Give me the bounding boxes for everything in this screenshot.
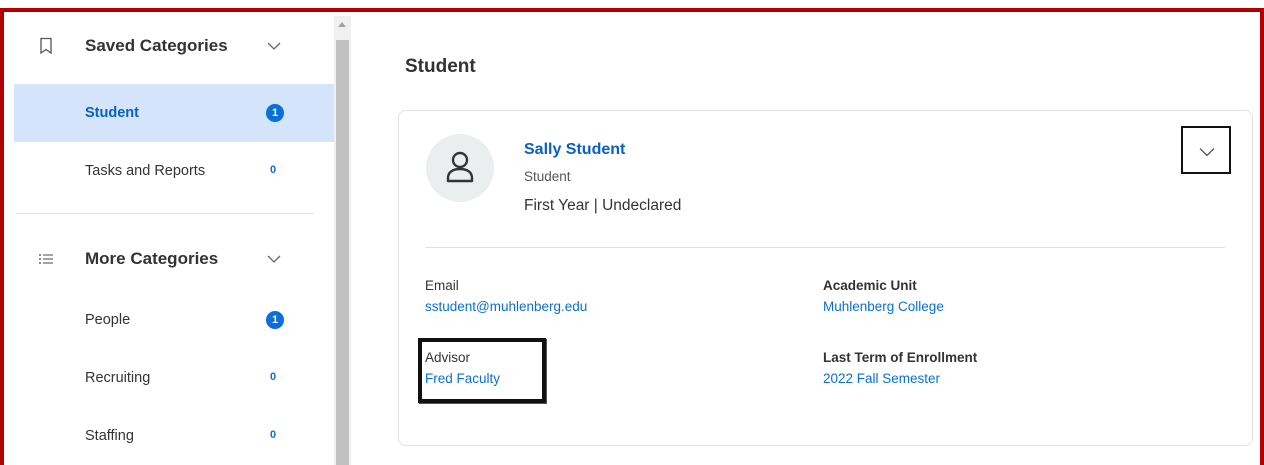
count-badge: 1 <box>266 311 284 329</box>
chevron-down-icon <box>1199 148 1215 157</box>
more-categories-header[interactable]: More Categories <box>14 229 334 289</box>
sidebar-scrollbar[interactable] <box>334 16 351 465</box>
student-card: Sally Student Student First Year | Undec… <box>398 110 1253 446</box>
sidebar-item-label: People <box>85 312 131 328</box>
card-divider <box>425 247 1225 248</box>
chevron-down-icon[interactable] <box>266 40 282 52</box>
sidebar-item-people[interactable]: People 1 <box>14 291 334 349</box>
sidebar-item-tasks-and-reports[interactable]: Tasks and Reports 0 <box>14 142 334 200</box>
saved-categories-header[interactable]: Saved Categories <box>14 16 334 76</box>
window-frame: Saved Categories Student 1 Tasks and Rep… <box>0 8 1264 465</box>
last-term-link[interactable]: 2022 Fall Semester <box>823 371 940 386</box>
user-icon <box>446 151 474 183</box>
saved-categories-label: Saved Categories <box>85 36 228 55</box>
main-content: Student Sally Student Student First Year… <box>351 12 1260 465</box>
expand-card-button[interactable] <box>1181 126 1231 174</box>
sidebar: Saved Categories Student 1 Tasks and Rep… <box>14 16 334 465</box>
student-name-link[interactable]: Sally Student <box>524 141 625 159</box>
academic-unit-label: Academic Unit <box>823 278 917 293</box>
count-badge: 0 <box>270 164 277 176</box>
bookmark-icon <box>40 37 52 55</box>
sidebar-item-student[interactable]: Student 1 <box>14 84 334 142</box>
sidebar-item-label: Staffing <box>85 428 134 444</box>
student-role: Student <box>524 169 571 184</box>
sidebar-divider <box>16 213 314 214</box>
advisor-label: Advisor <box>425 350 471 365</box>
sidebar-item-recruiting[interactable]: Recruiting 0 <box>14 349 334 407</box>
advisor-link[interactable]: Fred Faculty <box>425 371 500 386</box>
count-badge: 1 <box>266 104 284 122</box>
sidebar-item-label: Student <box>85 105 139 121</box>
chevron-down-icon[interactable] <box>266 253 282 265</box>
count-badge: 0 <box>270 371 277 383</box>
sidebar-item-label: Recruiting <box>85 370 151 386</box>
email-link[interactable]: sstudent@muhlenberg.edu <box>425 299 587 314</box>
scroll-thumb[interactable] <box>336 40 349 465</box>
avatar <box>426 134 494 202</box>
page-title: Student <box>405 56 476 77</box>
list-icon <box>39 254 53 264</box>
more-categories-label: More Categories <box>85 249 219 268</box>
academic-unit-link[interactable]: Muhlenberg College <box>823 299 944 314</box>
sidebar-item-staffing[interactable]: Staffing 0 <box>14 407 334 465</box>
email-label: Email <box>425 278 459 293</box>
count-badge: 0 <box>270 429 277 441</box>
sidebar-item-label: Tasks and Reports <box>85 163 206 179</box>
scroll-up-arrow-icon[interactable] <box>338 22 346 27</box>
last-term-label: Last Term of Enrollment <box>823 350 978 365</box>
student-status: First Year | Undeclared <box>524 197 682 214</box>
